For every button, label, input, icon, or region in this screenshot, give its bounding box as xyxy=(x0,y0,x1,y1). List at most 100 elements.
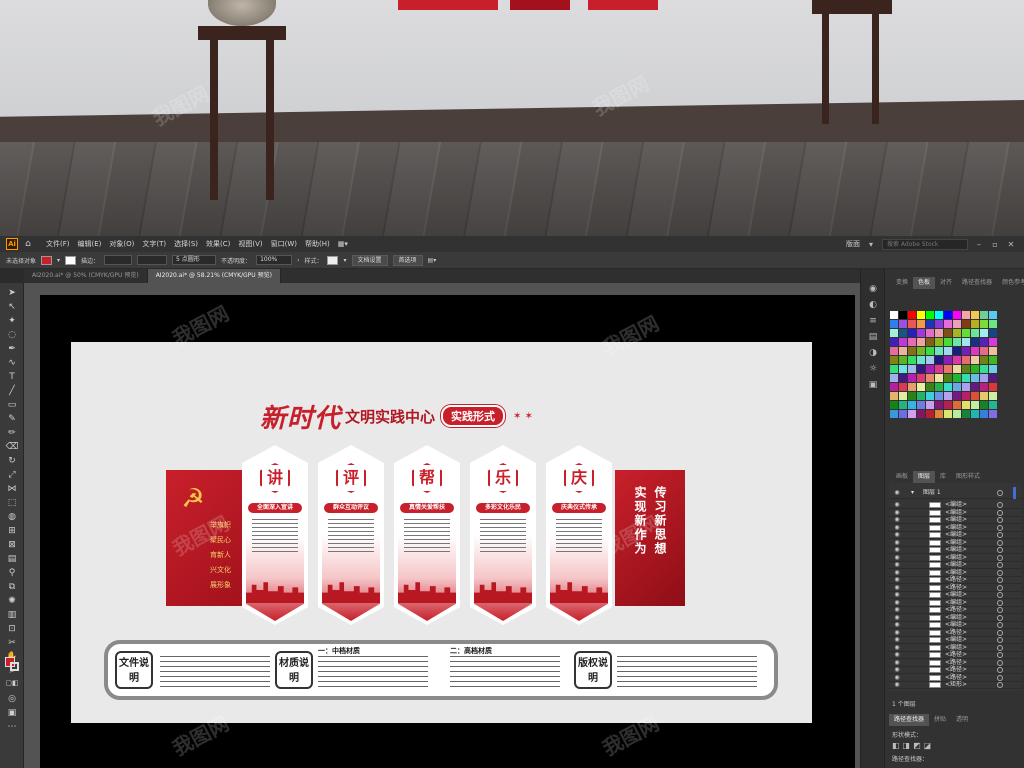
close-icon[interactable]: ✕ xyxy=(1006,240,1016,249)
color-swatch[interactable] xyxy=(989,392,997,400)
shape-builder-icon[interactable]: ◍ xyxy=(3,511,21,524)
free-transform-icon[interactable]: ⬚ xyxy=(3,497,21,510)
color-swatch[interactable] xyxy=(953,383,961,391)
chevron-down-icon[interactable]: ▾ xyxy=(57,257,60,264)
color-swatch[interactable] xyxy=(962,410,970,418)
color-swatch[interactable] xyxy=(926,392,934,400)
opacity-field[interactable]: 100% xyxy=(256,255,293,265)
color-swatch[interactable] xyxy=(944,311,952,319)
column-graph-icon[interactable]: ▥ xyxy=(3,609,21,622)
color-swatch[interactable] xyxy=(980,401,988,409)
color-swatch[interactable] xyxy=(926,320,934,328)
fill-stroke-selector[interactable] xyxy=(5,657,19,671)
target-icon[interactable] xyxy=(997,547,1003,553)
color-swatch[interactable] xyxy=(908,347,916,355)
color-swatch[interactable] xyxy=(953,320,961,328)
color-swatch[interactable] xyxy=(989,383,997,391)
tab-align[interactable]: 对齐 xyxy=(935,277,957,289)
color-swatch[interactable] xyxy=(890,311,898,319)
color-swatch[interactable] xyxy=(962,347,970,355)
color-swatch[interactable] xyxy=(980,320,988,328)
color-swatch[interactable] xyxy=(962,365,970,373)
target-icon[interactable] xyxy=(997,532,1003,538)
color-swatch[interactable] xyxy=(962,383,970,391)
target-icon[interactable] xyxy=(997,614,1003,621)
color-swatch[interactable] xyxy=(953,401,961,409)
target-icon[interactable] xyxy=(997,659,1003,666)
layer-row[interactable]: ◉ <矩形> xyxy=(889,681,1022,689)
color-swatch[interactable] xyxy=(917,311,925,319)
color-swatch[interactable] xyxy=(971,356,979,364)
color-swatch[interactable] xyxy=(899,374,907,382)
brush-field[interactable]: 5 点圆形 xyxy=(172,255,217,265)
color-swatch[interactable] xyxy=(935,410,943,418)
color-swatch[interactable] xyxy=(917,392,925,400)
chevron-down-icon[interactable]: ▾ xyxy=(866,240,876,249)
color-swatch[interactable] xyxy=(989,347,997,355)
more-tools-icon[interactable]: ⋯ xyxy=(3,721,21,734)
target-icon[interactable] xyxy=(997,674,1003,681)
color-swatch[interactable] xyxy=(890,320,898,328)
color-swatch[interactable] xyxy=(935,320,943,328)
color-swatch[interactable] xyxy=(980,329,988,337)
color-swatch[interactable] xyxy=(953,338,961,346)
slice-tool-icon[interactable]: ✂ xyxy=(3,637,21,650)
eraser-icon[interactable]: ⌫ xyxy=(3,441,21,454)
color-swatch[interactable] xyxy=(890,329,898,337)
stroke-icon[interactable]: ≡ xyxy=(866,315,880,327)
color-swatch[interactable] xyxy=(962,401,970,409)
color-swatch[interactable] xyxy=(917,383,925,391)
color-swatch[interactable] xyxy=(890,347,898,355)
color-swatch[interactable] xyxy=(980,356,988,364)
target-icon[interactable] xyxy=(997,539,1003,546)
target-icon[interactable] xyxy=(997,667,1003,673)
color-swatch[interactable] xyxy=(890,374,898,382)
color-swatch[interactable] xyxy=(890,401,898,409)
color-swatch[interactable] xyxy=(899,347,907,355)
stock-search-input[interactable]: 搜索 Adobe Stock xyxy=(882,238,968,250)
color-swatch[interactable] xyxy=(935,356,943,364)
color-swatch[interactable] xyxy=(908,401,916,409)
chevron-right-icon[interactable]: › xyxy=(297,257,299,264)
tab-swatches[interactable]: 色板 xyxy=(913,277,936,289)
line-tool-icon[interactable]: ╱ xyxy=(3,385,21,398)
stroke-swatch[interactable] xyxy=(65,255,77,265)
color-swatch[interactable] xyxy=(917,338,925,346)
color-swatch[interactable] xyxy=(953,410,961,418)
color-swatch[interactable] xyxy=(917,320,925,328)
color-swatch[interactable] xyxy=(980,365,988,373)
menu-help[interactable]: 帮助(H) xyxy=(301,239,334,249)
eye-icon[interactable]: ◉ xyxy=(892,487,902,499)
color-swatch[interactable] xyxy=(926,329,934,337)
stroke-weight-field[interactable] xyxy=(104,255,133,265)
color-swatch[interactable] xyxy=(971,365,979,373)
color-swatch[interactable] xyxy=(899,311,907,319)
document-setup-button[interactable]: 文档设置 xyxy=(351,254,388,266)
color-swatch[interactable] xyxy=(944,347,952,355)
color-swatch[interactable] xyxy=(899,320,907,328)
color-swatch[interactable] xyxy=(962,356,970,364)
draw-mode-icon[interactable]: ◎ xyxy=(3,693,21,706)
color-swatch[interactable] xyxy=(926,356,934,364)
color-swatch[interactable] xyxy=(962,374,970,382)
color-swatch[interactable] xyxy=(926,311,934,319)
color-swatch[interactable] xyxy=(944,338,952,346)
symbol-sprayer-icon[interactable]: ✺ xyxy=(3,595,21,608)
fill-swatch[interactable] xyxy=(41,255,53,265)
layer-row[interactable]: ◉ ▾ 图层 1 xyxy=(889,487,1022,499)
tab-graphic-styles[interactable]: 图形样式 xyxy=(951,471,985,483)
color-swatch[interactable] xyxy=(953,356,961,364)
color-swatch[interactable] xyxy=(971,320,979,328)
color-swatch[interactable] xyxy=(926,401,934,409)
color-swatch[interactable] xyxy=(890,410,898,418)
menu-edit[interactable]: 编辑(E) xyxy=(74,239,106,249)
tab-document-2[interactable]: AI2020.ai* @ 58.21% (CMYK/GPU 预览) xyxy=(147,269,281,283)
target-icon[interactable] xyxy=(997,517,1003,523)
transparency-icon[interactable]: ◑ xyxy=(866,347,880,359)
pen-tool-icon[interactable]: ✒ xyxy=(3,343,21,356)
minimize-icon[interactable]: – xyxy=(974,240,984,249)
target-icon[interactable] xyxy=(997,637,1003,643)
color-swatch[interactable] xyxy=(926,338,934,346)
color-swatch[interactable] xyxy=(971,338,979,346)
tab-document-1[interactable]: AI2020.ai* @ 50% (CMYK/GPU 预览) xyxy=(24,269,148,283)
